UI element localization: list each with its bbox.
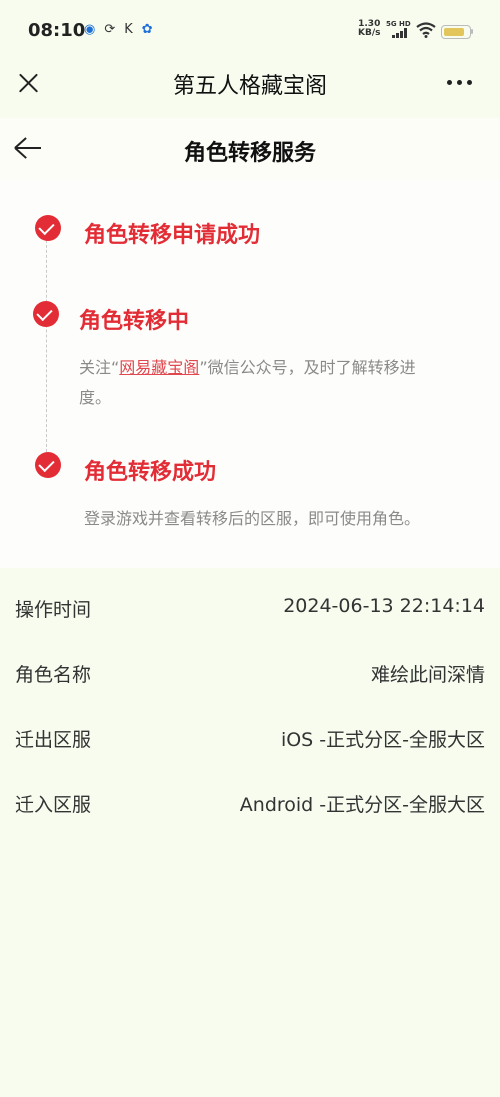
detail-row-target-server: 迁入区服 Android -正式分区-全服大区 (0, 770, 500, 834)
detail-label: 操作时间 (15, 599, 92, 621)
page-title: 角色转移服务 (183, 141, 316, 166)
detail-label: 迁出区服 (15, 729, 92, 751)
timeline-connector (46, 230, 47, 452)
page-header: 角色转移服务 (0, 118, 500, 180)
network-type-label: 5G HD (386, 20, 411, 28)
detail-value: 难绘此间深情 (370, 664, 485, 686)
network-speed: 1.30 KB/s (358, 19, 381, 38)
status-bar: 08:10 ◉ ⟳ K ✿ 1.30 KB/s 5G HD (0, 0, 500, 62)
detail-value: Android -正式分区-全服大区 (239, 794, 485, 816)
notification-icons: ◉ ⟳ K ✿ (84, 22, 153, 38)
netease-treasure-link[interactable]: 网易藏宝阁 (119, 358, 199, 377)
status-time: 08:10 (28, 20, 86, 41)
more-options-icon[interactable] (447, 80, 475, 88)
detail-label: 角色名称 (15, 664, 92, 686)
app-header: 第五人格藏宝阁 (0, 62, 500, 118)
step-2-check-icon (33, 301, 59, 327)
transfer-progress-timeline: 角色转移申请成功 角色转移中 关注“网易藏宝阁”微信公众号，及时了解转移进 度。… (0, 180, 500, 568)
signal-icon (392, 28, 410, 38)
step-3-check-icon (35, 452, 61, 478)
app-title: 第五人格藏宝阁 (172, 74, 327, 99)
step-3-title: 角色转移成功 (84, 460, 217, 485)
detail-row-operation-time: 操作时间 2024-06-13 22:14:14 (0, 575, 500, 639)
app-notification-icon: ◉ (84, 22, 96, 37)
detail-row-role-name: 角色名称 难绘此间深情 (0, 640, 500, 704)
battery-icon (441, 25, 471, 39)
detail-value: 2024-06-13 22:14:14 (283, 595, 485, 617)
sync-icon: ⟳ (104, 22, 116, 37)
step-1-check-icon (35, 215, 61, 241)
step-2-description: 关注“网易藏宝阁”微信公众号，及时了解转移进 度。 (79, 358, 416, 407)
detail-label: 迁入区服 (15, 794, 92, 816)
step-3-description: 登录游戏并查看转移后的区服，即可使用角色。 (84, 509, 421, 528)
step-1-title: 角色转移申请成功 (84, 223, 261, 248)
k-app-icon: K (124, 22, 133, 37)
detail-row-source-server: 迁出区服 iOS -正式分区-全服大区 (0, 705, 500, 769)
paw-app-icon: ✿ (141, 22, 153, 37)
wifi-icon (416, 22, 436, 38)
detail-value: iOS -正式分区-全服大区 (280, 729, 485, 751)
step-2-title: 角色转移中 (79, 309, 190, 334)
